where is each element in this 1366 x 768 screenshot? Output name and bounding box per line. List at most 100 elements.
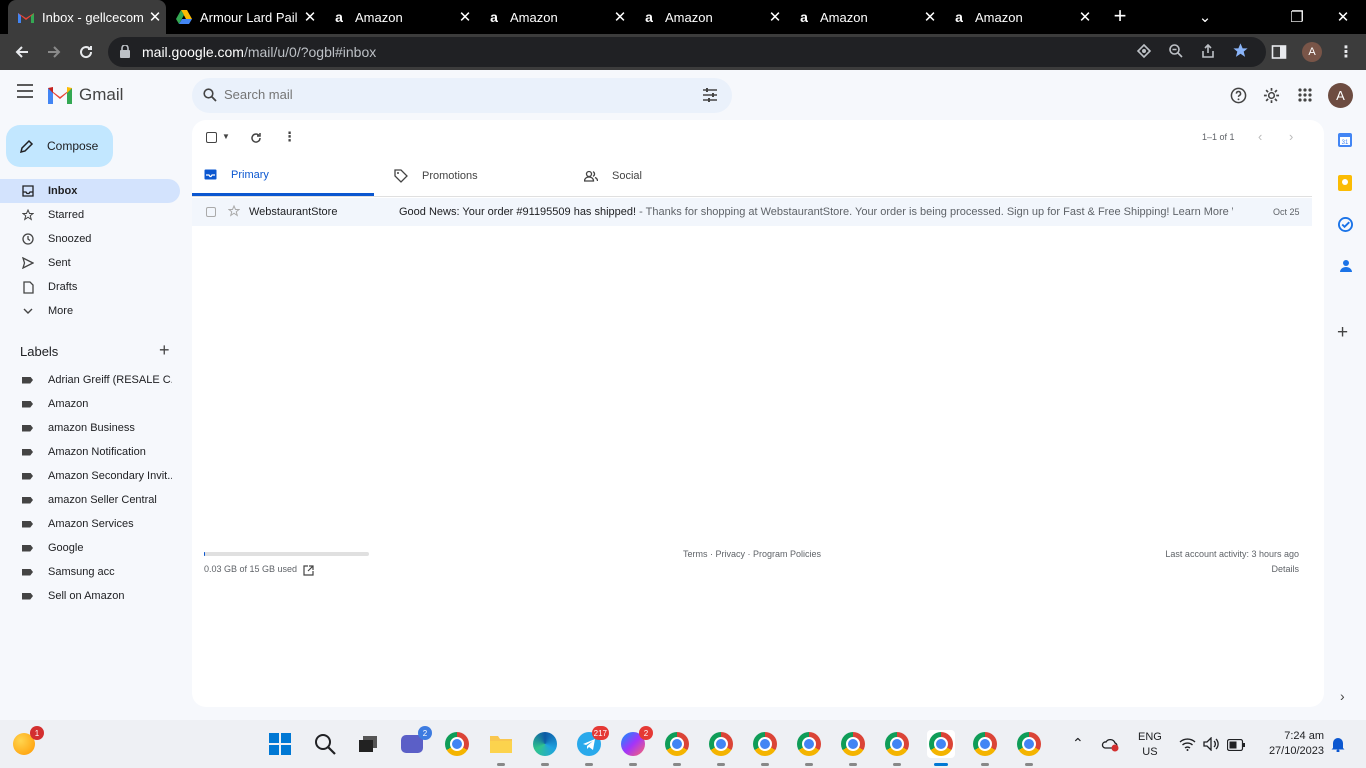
browser-tab-amazon-4[interactable]: a Amazon ✕ (786, 0, 941, 34)
star-icon[interactable] (227, 204, 241, 220)
browser-tab-amazon-3[interactable]: a Amazon ✕ (631, 0, 786, 34)
telegram-icon[interactable]: 217 (575, 726, 609, 766)
label-item[interactable]: Google (0, 536, 180, 560)
file-explorer-icon[interactable] (487, 730, 515, 766)
chrome-profile-icon[interactable] (751, 730, 779, 766)
restore-window-button[interactable]: ❐ (1274, 0, 1320, 34)
email-checkbox[interactable] (206, 207, 216, 217)
volume-icon[interactable] (1203, 736, 1220, 756)
chrome-profile-icon[interactable] (883, 730, 911, 766)
label-item[interactable]: amazon Business (0, 416, 180, 440)
settings-gear-icon[interactable] (1263, 87, 1280, 109)
select-all-checkbox[interactable] (206, 132, 217, 143)
browser-tab-amazon-2[interactable]: a Amazon ✕ (476, 0, 631, 34)
nav-item-sent[interactable]: Sent (0, 251, 180, 275)
tab-social[interactable]: Social (572, 156, 762, 196)
browser-tab-amazon-5[interactable]: a Amazon ✕ (941, 0, 1096, 34)
contacts-icon[interactable] (1339, 259, 1353, 278)
close-window-button[interactable]: ✕ (1320, 0, 1366, 34)
weather-widget-icon[interactable]: 1 (10, 726, 44, 758)
email-row[interactable]: WebstaurantStore Good News: Your order #… (192, 198, 1312, 226)
chrome-profile-icon[interactable] (971, 730, 999, 766)
search-options-icon[interactable] (703, 88, 717, 107)
label-item[interactable]: Samsung acc (0, 560, 180, 584)
zoom-icon[interactable] (1168, 43, 1184, 64)
create-label-icon[interactable]: + (159, 340, 170, 361)
wifi-icon[interactable] (1179, 737, 1196, 756)
share-icon[interactable] (1200, 43, 1216, 64)
older-page-icon[interactable]: › (1289, 129, 1293, 144)
search-bar[interactable] (192, 78, 732, 113)
reload-button[interactable] (74, 40, 98, 64)
compose-button[interactable]: Compose (6, 125, 113, 167)
footer-links[interactable]: Terms · Privacy · Program Policies (683, 549, 821, 559)
refresh-icon[interactable] (250, 131, 262, 149)
input-language[interactable]: ENG US (1138, 730, 1162, 760)
browser-tab-amazon-1[interactable]: a Amazon ✕ (321, 0, 476, 34)
label-item[interactable]: amazon Seller Central (0, 488, 180, 512)
tab-primary[interactable]: Primary (192, 156, 374, 196)
close-tab-icon[interactable]: ✕ (144, 8, 166, 26)
chrome-profile-icon[interactable] (707, 730, 735, 766)
main-menu-icon[interactable] (16, 84, 34, 103)
calendar-icon[interactable]: 31 (1337, 132, 1353, 153)
start-menu-icon[interactable] (266, 730, 294, 758)
label-item[interactable]: Amazon Secondary Invit... (0, 464, 180, 488)
newer-page-icon[interactable]: ‹ (1258, 129, 1262, 144)
close-tab-icon[interactable]: ✕ (299, 8, 321, 26)
account-avatar[interactable]: A (1328, 83, 1353, 108)
chrome-profile-icon[interactable] (839, 730, 867, 766)
close-tab-icon[interactable]: ✕ (609, 8, 631, 26)
tab-promotions[interactable]: Promotions (382, 156, 572, 196)
select-dropdown-icon[interactable]: ▼ (222, 132, 230, 141)
label-item[interactable]: Amazon Notification (0, 440, 180, 464)
google-apps-icon[interactable] (1298, 88, 1312, 107)
browser-menu-icon[interactable]: ⋮ (1334, 40, 1358, 64)
system-clock[interactable]: 7:24 am 27/10/2023 (1258, 729, 1324, 759)
new-tab-button[interactable]: + (1108, 4, 1132, 28)
back-button[interactable] (10, 40, 34, 64)
nav-item-snoozed[interactable]: Snoozed (0, 227, 180, 251)
profile-button[interactable]: A (1300, 40, 1324, 64)
bookmark-star-icon[interactable] (1232, 42, 1249, 64)
label-item[interactable]: Sell on Amazon (0, 584, 180, 608)
label-item[interactable]: Amazon (0, 392, 180, 416)
nav-item-inbox[interactable]: Inbox (0, 179, 180, 203)
chrome-profile-icon[interactable] (1015, 730, 1043, 766)
tasks-icon[interactable] (1338, 217, 1353, 237)
tab-search-icon[interactable]: ⌄ (1182, 0, 1228, 34)
browser-tab-inbox[interactable]: Inbox - gellcecom ✕ (8, 0, 166, 34)
battery-icon[interactable] (1226, 738, 1245, 756)
search-icon[interactable] (203, 88, 217, 107)
side-panel-icon[interactable] (1267, 40, 1291, 64)
more-actions-icon[interactable]: ⋮ (283, 129, 296, 145)
search-input[interactable] (224, 87, 674, 102)
chrome-profile-icon[interactable] (795, 730, 823, 766)
notification-bell-icon[interactable] (1330, 736, 1346, 757)
messenger-icon[interactable]: 2 (619, 726, 653, 766)
forward-button[interactable] (42, 40, 66, 64)
address-bar[interactable]: mail.google.com/mail/u/0/?ogbl#inbox (108, 37, 1266, 67)
close-tab-icon[interactable]: ✕ (1074, 8, 1096, 26)
search-icon[interactable] (311, 730, 339, 758)
onedrive-icon[interactable] (1101, 736, 1121, 757)
edge-icon[interactable] (531, 730, 559, 766)
close-tab-icon[interactable]: ✕ (919, 8, 941, 26)
teams-meet-icon[interactable]: 2 (398, 726, 432, 758)
open-external-icon[interactable] (303, 563, 314, 581)
chrome-icon[interactable] (443, 730, 471, 758)
nav-item-drafts[interactable]: Drafts (0, 275, 180, 299)
browser-tab-drive[interactable]: Armour Lard Pail ✕ (166, 0, 321, 34)
keep-icon[interactable] (1338, 175, 1352, 196)
close-tab-icon[interactable]: ✕ (764, 8, 786, 26)
task-view-icon[interactable] (354, 730, 382, 758)
close-tab-icon[interactable]: ✕ (454, 8, 476, 26)
show-hidden-icons-icon[interactable]: ⌃ (1072, 735, 1084, 752)
nav-item-more[interactable]: More (0, 299, 180, 323)
chrome-profile-icon[interactable] (663, 730, 691, 766)
lens-icon[interactable] (1136, 43, 1152, 64)
nav-item-starred[interactable]: Starred (0, 203, 180, 227)
help-icon[interactable] (1230, 87, 1247, 109)
label-item[interactable]: Amazon Services (0, 512, 180, 536)
details-link[interactable]: Details (1271, 564, 1299, 574)
